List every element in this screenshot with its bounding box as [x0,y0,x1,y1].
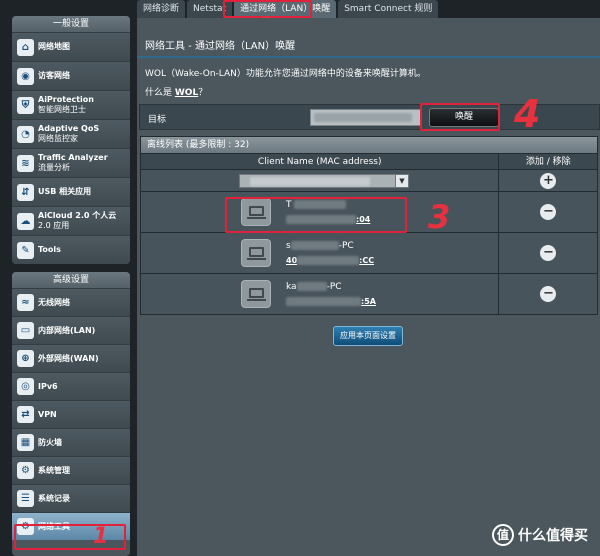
tab-bar: 网络诊断 Netstat 通过网络（LAN）唤醒 Smart Connect 规… [137,0,600,18]
sidebar-item-label: Adaptive QoS 网络监控家 [38,124,100,143]
sidebar-item-label: Tools [38,245,61,254]
table-row: s -PC 40:CC − [141,232,597,273]
syslog-icon: ☰ [17,490,34,507]
sidebar-item-tools[interactable]: ✎ Tools [12,235,130,264]
traffic-analyzer-icon: ≋ [17,154,34,172]
sidebar-item-aicloud[interactable]: ☁ AiCloud 2.0 个人云 2.0 应用 [12,206,130,235]
sidebar-item-usb[interactable]: ⇵ USB 相关应用 [12,177,130,206]
sidebar-group-title: 高级设置 [12,272,130,288]
sidebar: 一般设置 ⌂ 网络地图 ◉ 访客网络 ⛨ AiProtection 智能网络卫士 … [12,0,130,556]
title-divider [137,56,600,58]
windows-pc-icon [241,280,271,308]
sidebar-item-guest-network[interactable]: ◉ 访客网络 [12,61,130,90]
sidebar-item-syslog[interactable]: ☰ 系统记录 [12,484,130,512]
sidebar-item-label: 系统记录 [38,493,70,503]
sidebar-item-adaptive-qos[interactable]: ◔ Adaptive QoS 网络监控家 [12,119,130,148]
tools-icon: ✎ [17,241,34,259]
sidebar-item-label: 网络地图 [38,42,70,51]
client-mac[interactable]: :5A [286,297,376,306]
column-header-action: 添加 / 移除 [498,154,597,169]
table-header: Client Name (MAC address) 添加 / 移除 [141,153,597,169]
column-header-client: Client Name (MAC address) [257,157,382,167]
sidebar-group-general: 一般设置 ⌂ 网络地图 ◉ 访客网络 ⛨ AiProtection 智能网络卫士 … [12,16,130,264]
table-row: ka -PC :5A − [141,273,597,314]
sidebar-item-network-map[interactable]: ⌂ 网络地图 [12,32,130,61]
list-caption: 离线列表 (最多限制 : 32) [141,137,597,153]
sidebar-item-label: USB 相关应用 [38,187,92,196]
remove-icon[interactable]: − [540,286,557,302]
sidebar-item-label: 访客网络 [38,71,70,80]
sidebar-item-lan[interactable]: ▭ 内部网络(LAN) [12,316,130,344]
client-name: s -PC [286,241,354,251]
add-icon[interactable]: + [540,172,557,189]
sidebar-item-traffic-analyzer[interactable]: ≋ Traffic Analyzer 流量分析 [12,148,130,177]
sidebar-item-label: 防火墙 [38,437,62,447]
annotation-number: 4 [514,92,541,136]
firewall-icon: ▦ [17,434,34,451]
apply-button[interactable]: 应用本页面设置 [333,326,403,346]
wan-icon: ⊕ [17,350,34,367]
sidebar-item-label: 系统管理 [38,465,70,475]
sidebar-item-label: Traffic Analyzer 流量分析 [38,153,108,172]
annotation-box-client [225,197,407,233]
network-map-icon: ⌂ [17,38,34,56]
remove-icon[interactable]: − [540,245,557,261]
sidebar-item-wireless[interactable]: ≈ 无线网络 [12,288,130,316]
sidebar-item-aiprotection[interactable]: ⛨ AiProtection 智能网络卫士 [12,90,130,119]
sidebar-item-label: VPN [38,409,57,419]
sidebar-item-wan[interactable]: ⊕ 外部网络(WAN) [12,344,130,372]
sidebar-item-vpn[interactable]: ⇄ VPN [12,400,130,428]
add-client-row: ▼ + [141,169,597,191]
usb-icon: ⇵ [17,183,34,201]
remove-icon[interactable]: − [540,204,557,220]
target-label: 目标 [148,115,167,125]
sidebar-group-title: 一般设置 [12,16,130,32]
target-mac-input[interactable] [310,109,422,126]
sidebar-item-label: 内部网络(LAN) [38,325,96,335]
annotation-number: 1 [93,524,109,549]
wol-help-link[interactable]: WOL [175,88,198,98]
sidebar-item-admin[interactable]: ⚙ 系统管理 [12,456,130,484]
sidebar-item-label: AiProtection 智能网络卫士 [38,95,94,114]
tab-network-diagnostics[interactable]: 网络诊断 [137,0,186,18]
annotation-box-network-tools [14,524,126,550]
sidebar-item-label: IPv6 [38,381,58,391]
wol-help-prefix: 什么是 [145,88,175,98]
watermark-logo-icon: 值 [492,524,514,546]
sidebar-item-label: 外部网络(WAN) [38,353,99,363]
client-select[interactable]: ▼ [239,174,409,188]
lan-icon: ▭ [17,322,34,339]
wol-help-suffix: ？ [198,88,208,98]
vpn-icon: ⇄ [17,406,34,423]
qos-icon: ◔ [17,125,34,143]
guest-network-icon: ◉ [17,67,34,85]
admin-icon: ⚙ [17,462,34,479]
sidebar-group-advanced: 高级设置 ≈ 无线网络 ▭ 内部网络(LAN) ⊕ 外部网络(WAN) ◎ IP… [12,272,130,556]
aicloud-icon: ☁ [17,212,34,230]
tab-smart-connect[interactable]: Smart Connect 规则 [338,0,439,18]
annotation-number: 3 [428,198,451,236]
sidebar-item-firewall[interactable]: ▦ 防火墙 [12,428,130,456]
computer-icon [241,239,271,267]
wol-description: WOL（Wake-On-LAN）功能允许您通过网络中的设备来唤醒计算机。 [145,69,426,79]
wireless-icon: ≈ [17,294,34,311]
chevron-down-icon: ▼ [395,175,408,187]
sidebar-item-label: AiCloud 2.0 个人云 2.0 应用 [38,211,117,230]
watermark: 值 什么值得买 [492,522,596,548]
client-name: ka -PC [286,282,342,292]
watermark-text: 什么值得买 [518,528,588,544]
ipv6-icon: ◎ [17,378,34,395]
client-mac[interactable]: 40:CC [286,256,374,265]
annotation-box-wake [420,103,500,131]
aiprotection-icon: ⛨ [17,96,34,114]
page-title: 网络工具 - 通过网络（LAN）唤醒 [145,41,296,52]
wol-help-line: 什么是 WOL？ [145,85,207,98]
sidebar-item-ipv6[interactable]: ◎ IPv6 [12,372,130,400]
sidebar-item-label: 无线网络 [38,297,70,307]
